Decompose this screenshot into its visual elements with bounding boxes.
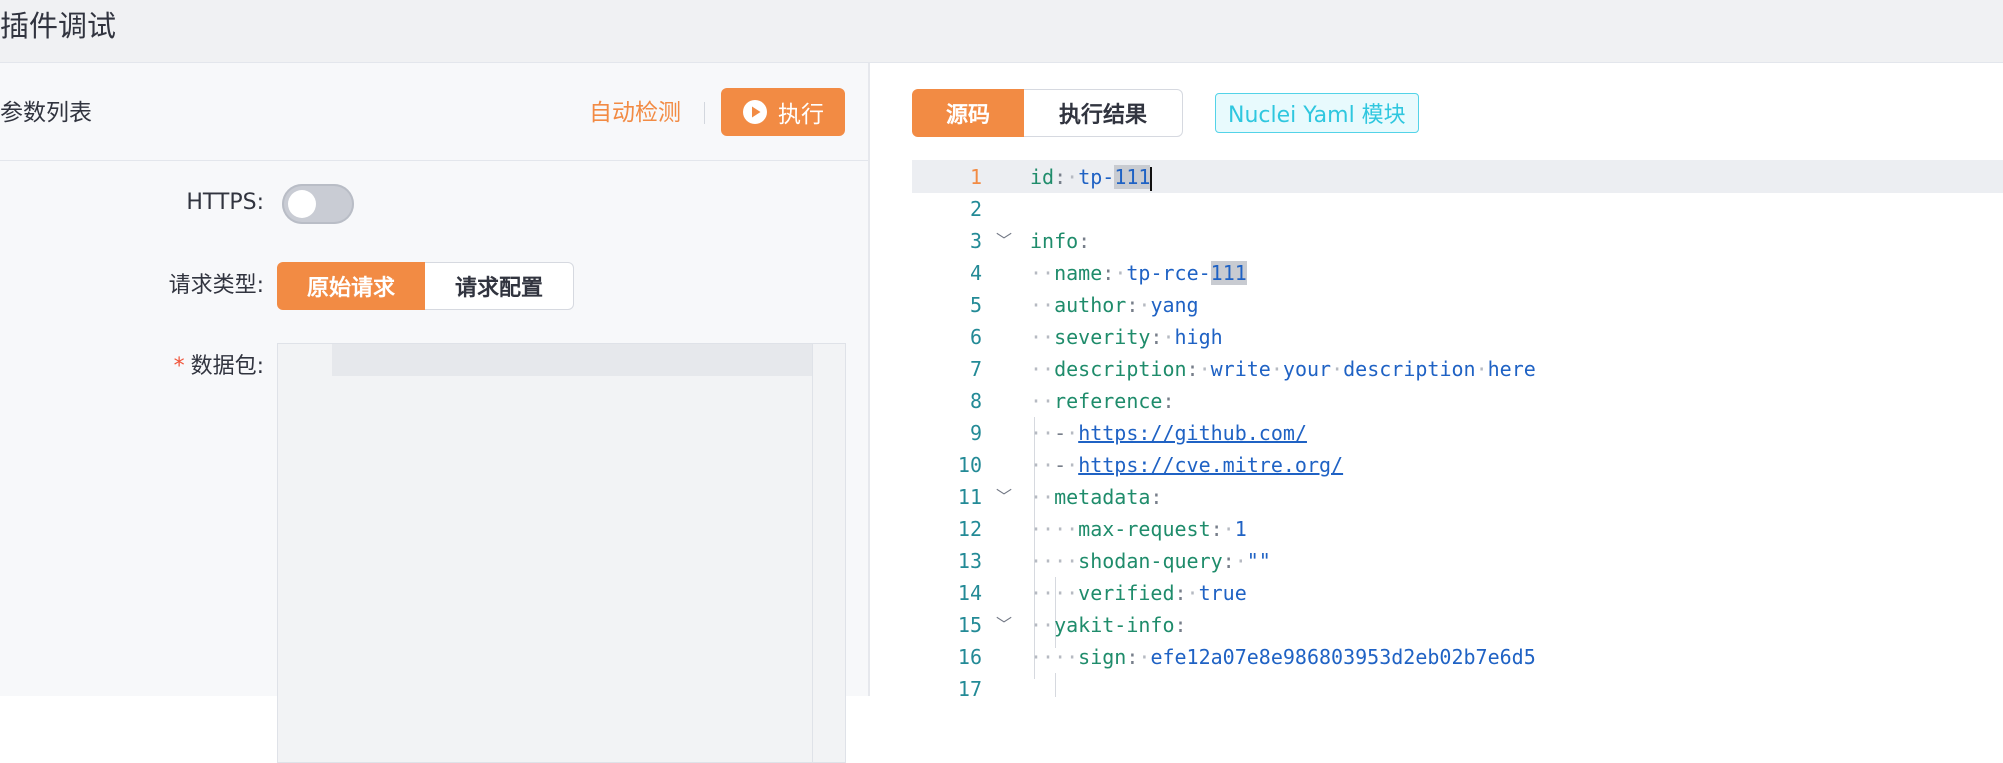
code-line: 4 ··name:·tp-rce-111 [912,257,2003,289]
code-line: 10 ··-·https://cve.mitre.org/ [912,449,2003,481]
line-number: 17 [957,677,982,697]
play-icon [743,100,767,124]
code-line: 1 id:·tp-111 [912,161,2003,193]
divider [704,102,705,124]
source-tabs: 源码 执行结果 [912,89,1183,137]
params-panel: 参数列表 自动检测 执行 HTTPS: 请求类型: 原始请求 请求配置 * 数据包… [0,63,870,763]
code-line: 15 ﹀ ··yakit-info: [912,609,2003,641]
text-cursor [1150,166,1153,191]
line-number: 16 [957,645,982,669]
line-number: 2 [969,197,982,221]
line-number: 15 [957,613,982,637]
line-number: 13 [957,549,982,573]
code-line: 16 ····sign:·efe12a07e8e986803953d2eb02b… [912,641,2003,673]
params-title: 参数列表 [0,100,92,126]
code-text: ··severity:·high [1030,325,1223,349]
fold-chevron-icon[interactable]: ﹀ [996,609,1012,641]
line-number: 11 [957,485,982,509]
line-number: 9 [969,421,982,445]
page-title: 插件调试 [0,9,117,43]
line-number: 14 [957,581,982,605]
code-text: ····sign:·efe12a07e8e986803953d2eb02b7e6… [1030,645,1536,669]
code-line: 12 ····max-request:·1 [912,513,2003,545]
line-number: 6 [969,325,982,349]
auto-detect-link[interactable]: 自动检测 [589,97,681,129]
code-line: 13 ····shodan-query:·"" [912,545,2003,577]
code-line: 17 [912,673,2003,697]
code-line: 6 ··severity:·high [912,321,2003,353]
request-type-segment: 原始请求 请求配置 [277,262,575,310]
code-text: info: [1030,229,1091,253]
toggle-knob [288,190,316,218]
params-header: 参数列表 自动检测 执行 [0,63,868,161]
packet-label-row: * 数据包: [130,352,264,382]
raw-request-option[interactable]: 原始请求 [277,262,426,310]
line-number: 8 [969,389,982,413]
tab-source[interactable]: 源码 [912,89,1024,137]
execute-button[interactable]: 执行 [721,88,845,136]
module-type-tag: Nuclei Yaml 模块 [1215,93,1419,133]
tab-exec-result[interactable]: 执行结果 [1024,89,1183,137]
packet-editor-gutter [278,344,332,762]
code-text: ··-·https://github.com/ [1030,421,1307,445]
line-number: 12 [957,517,982,541]
https-toggle[interactable] [282,184,354,224]
execute-label: 执行 [778,102,824,128]
line-number: 5 [969,293,982,317]
code-text: ····max-request:·1 [1030,517,1247,541]
code-text: ··metadata: [1030,485,1163,509]
reference-link[interactable]: https://cve.mitre.org/ [1078,453,1343,477]
code-line: 3 ﹀ info: [912,225,2003,257]
code-line: 5 ··author:·yang [912,289,2003,321]
line-number: 3 [969,229,982,253]
fold-chevron-icon[interactable]: ﹀ [996,225,1012,257]
line-number: 4 [969,261,982,285]
code-line: 9 ··-·https://github.com/ [912,417,2003,449]
line-number: 10 [957,453,982,477]
code-line: 7 ··description:·write·your·description·… [912,353,2003,385]
code-text: id:·tp-111 [1030,165,1153,191]
fold-chevron-icon[interactable]: ﹀ [996,481,1012,513]
packet-editor-scrollbar[interactable] [812,344,845,762]
reference-link[interactable]: https://github.com/ [1078,421,1307,445]
request-config-option[interactable]: 请求配置 [425,262,575,310]
required-asterisk: * [173,354,185,379]
line-number: 1 [969,165,982,189]
code-text: ··reference: [1030,389,1175,413]
code-text: ··description:·write·your·description·he… [1030,357,1536,381]
code-line: 14 ····verified:·true [912,577,2003,609]
code-text: ··author:·yang [1030,293,1199,317]
yaml-code-editor[interactable]: 1 id:·tp-111 2 3 ﹀ info: 4 ··name:·tp-rc… [912,160,2003,697]
code-line: 11 ﹀ ··metadata: [912,481,2003,513]
code-text: ··name:·tp-rce-111 [1030,261,1247,285]
code-line: 2 [912,193,2003,225]
packet-label: 数据包: [190,354,264,379]
header-bar: 插件调试 [0,0,2003,63]
source-panel: 源码 执行结果 Nuclei Yaml 模块 1 id:·tp-111 2 3 … [870,63,2003,697]
https-label: HTTPS: [186,190,264,215]
code-text: ··yakit-info: [1030,613,1187,637]
line-number: 7 [969,357,982,381]
packet-editor[interactable] [277,343,846,763]
code-text: ··-·https://cve.mitre.org/ [1030,453,1344,477]
code-text: ····shodan-query:·"" [1030,549,1271,573]
code-text: ····verified:·true [1030,581,1247,605]
packet-editor-current-line [332,344,813,376]
request-type-label: 请求类型: [168,273,264,298]
code-line: 8 ··reference: [912,385,2003,417]
